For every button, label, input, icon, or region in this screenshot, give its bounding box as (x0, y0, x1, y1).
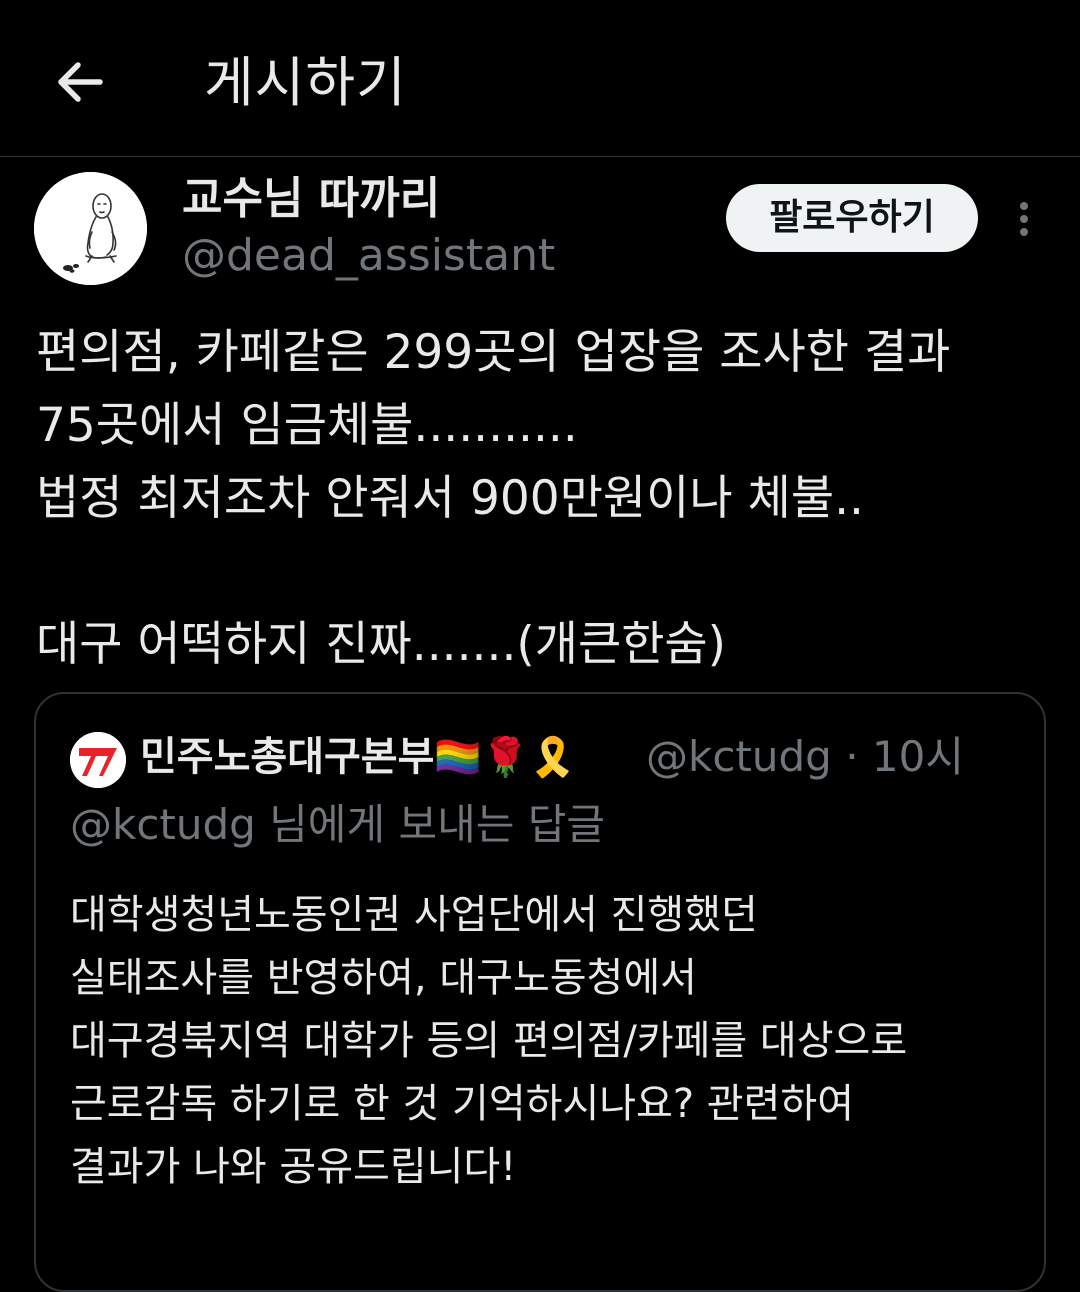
top-bar: 게시하기 (0, 0, 1080, 157)
quote-author-name-text: 민주노총대구본부 (140, 734, 435, 780)
replying-to-label: @kctudg 님에게 보내는 답글 (70, 800, 605, 849)
quote-author-name[interactable]: 민주노총대구본부🏳️‍🌈🌹🎗️ (140, 728, 576, 786)
more-vertical-icon (1020, 202, 1028, 210)
arrow-left-icon (58, 62, 103, 102)
tweet-text: 편의점, 카페같은 299곳의 업장을 조사한 결과 75곳에서 임금체불...… (36, 325, 951, 672)
more-options-button[interactable] (1006, 194, 1042, 244)
page-title: 게시하기 (204, 51, 407, 114)
quoted-tweet-card[interactable]: 민주노총대구본부🏳️‍🌈🌹🎗️ @kctudg · 10시 @kctudg 님에… (34, 692, 1046, 1292)
back-button[interactable] (50, 52, 110, 112)
author-name[interactable]: 교수님 따까리 (182, 172, 440, 226)
meta-separator: · (845, 732, 859, 781)
follow-button[interactable]: 팔로우하기 (726, 184, 978, 252)
quote-meta: @kctudg · 10시 (646, 728, 964, 786)
quote-author-emojis: 🏳️‍🌈🌹🎗️ (434, 735, 577, 779)
quote-author-handle[interactable]: @kctudg (646, 732, 832, 781)
sketch-figure-icon (34, 172, 147, 285)
union-logo-icon (70, 732, 126, 788)
author-avatar[interactable] (34, 172, 147, 285)
author-handle[interactable]: @dead_assistant (182, 228, 555, 284)
quote-author-avatar[interactable] (70, 732, 126, 788)
quote-text: 대학생청년노동인권 사업단에서 진행했던 실태조사를 반영하여, 대구노동청에서… (70, 892, 908, 1190)
quote-timestamp[interactable]: 10시 (872, 732, 964, 781)
